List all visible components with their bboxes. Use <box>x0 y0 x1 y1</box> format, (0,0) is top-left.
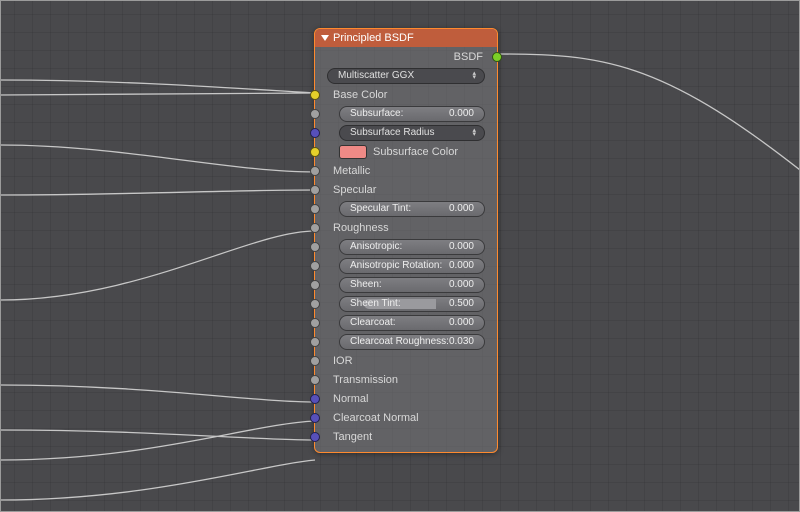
slider-anisotropic-rotation[interactable]: Anisotropic Rotation: 0.000 <box>339 258 485 274</box>
collapse-arrow-icon[interactable] <box>321 35 329 41</box>
slider-clearcoat[interactable]: Clearcoat: 0.000 <box>339 315 485 331</box>
input-metallic: Metallic <box>315 161 497 180</box>
slider-clearcoat-roughness[interactable]: Clearcoat Roughness: 0.030 <box>339 334 485 350</box>
socket-subsurface-radius[interactable] <box>310 128 320 138</box>
socket-metallic[interactable] <box>310 166 320 176</box>
chevron-updown-icon <box>472 71 476 81</box>
socket-anisotropic-rotation[interactable] <box>310 261 320 271</box>
socket-sheen[interactable] <box>310 280 320 290</box>
input-base-color: Base Color <box>315 85 497 104</box>
distribution-dropdown[interactable]: Multiscatter GGX <box>327 68 485 84</box>
slider-subsurface[interactable]: Subsurface: 0.000 <box>339 106 485 122</box>
socket-clearcoat[interactable] <box>310 318 320 328</box>
input-specular-tint: Specular Tint: 0.000 <box>315 199 497 218</box>
input-clearcoat-roughness: Clearcoat Roughness: 0.030 <box>315 332 497 351</box>
input-sheen-tint: Sheen Tint: 0.500 <box>315 294 497 313</box>
slider-anisotropic[interactable]: Anisotropic: 0.000 <box>339 239 485 255</box>
node-title: Principled BSDF <box>333 32 414 44</box>
chevron-updown-icon <box>472 128 476 138</box>
socket-clearcoat-normal[interactable] <box>310 413 320 423</box>
input-clearcoat: Clearcoat: 0.000 <box>315 313 497 332</box>
socket-specular-tint[interactable] <box>310 204 320 214</box>
socket-anisotropic[interactable] <box>310 242 320 252</box>
socket-subsurface[interactable] <box>310 109 320 119</box>
input-anisotropic-rotation: Anisotropic Rotation: 0.000 <box>315 256 497 275</box>
input-subsurface-color: Subsurface Color <box>315 142 497 161</box>
dropdown-subsurface-radius[interactable]: Subsurface Radius <box>339 125 485 141</box>
input-sheen: Sheen: 0.000 <box>315 275 497 294</box>
slider-specular-tint[interactable]: Specular Tint: 0.000 <box>339 201 485 217</box>
node-header[interactable]: Principled BSDF <box>315 29 497 47</box>
socket-ior[interactable] <box>310 356 320 366</box>
input-tangent: Tangent <box>315 427 497 446</box>
socket-clearcoat-roughness[interactable] <box>310 337 320 347</box>
socket-base-color[interactable] <box>310 90 320 100</box>
socket-normal[interactable] <box>310 394 320 404</box>
slider-sheen[interactable]: Sheen: 0.000 <box>339 277 485 293</box>
distribution-row: Multiscatter GGX <box>315 66 497 85</box>
input-anisotropic: Anisotropic: 0.000 <box>315 237 497 256</box>
socket-subsurface-color[interactable] <box>310 147 320 157</box>
color-swatch-subsurface[interactable] <box>339 145 367 159</box>
slider-sheen-tint[interactable]: Sheen Tint: 0.500 <box>339 296 485 312</box>
input-subsurface-radius: Subsurface Radius <box>315 123 497 142</box>
input-normal: Normal <box>315 389 497 408</box>
input-clearcoat-normal: Clearcoat Normal <box>315 408 497 427</box>
input-specular: Specular <box>315 180 497 199</box>
shader-node-principled-bsdf[interactable]: Principled BSDF BSDF Multiscatter GGX Ba… <box>314 28 498 453</box>
input-subsurface: Subsurface: 0.000 <box>315 104 497 123</box>
socket-specular[interactable] <box>310 185 320 195</box>
input-ior: IOR <box>315 351 497 370</box>
socket-output-bsdf[interactable] <box>492 52 502 62</box>
socket-sheen-tint[interactable] <box>310 299 320 309</box>
input-roughness: Roughness <box>315 218 497 237</box>
output-bsdf: BSDF <box>315 47 497 66</box>
socket-roughness[interactable] <box>310 223 320 233</box>
socket-transmission[interactable] <box>310 375 320 385</box>
socket-tangent[interactable] <box>310 432 320 442</box>
input-transmission: Transmission <box>315 370 497 389</box>
